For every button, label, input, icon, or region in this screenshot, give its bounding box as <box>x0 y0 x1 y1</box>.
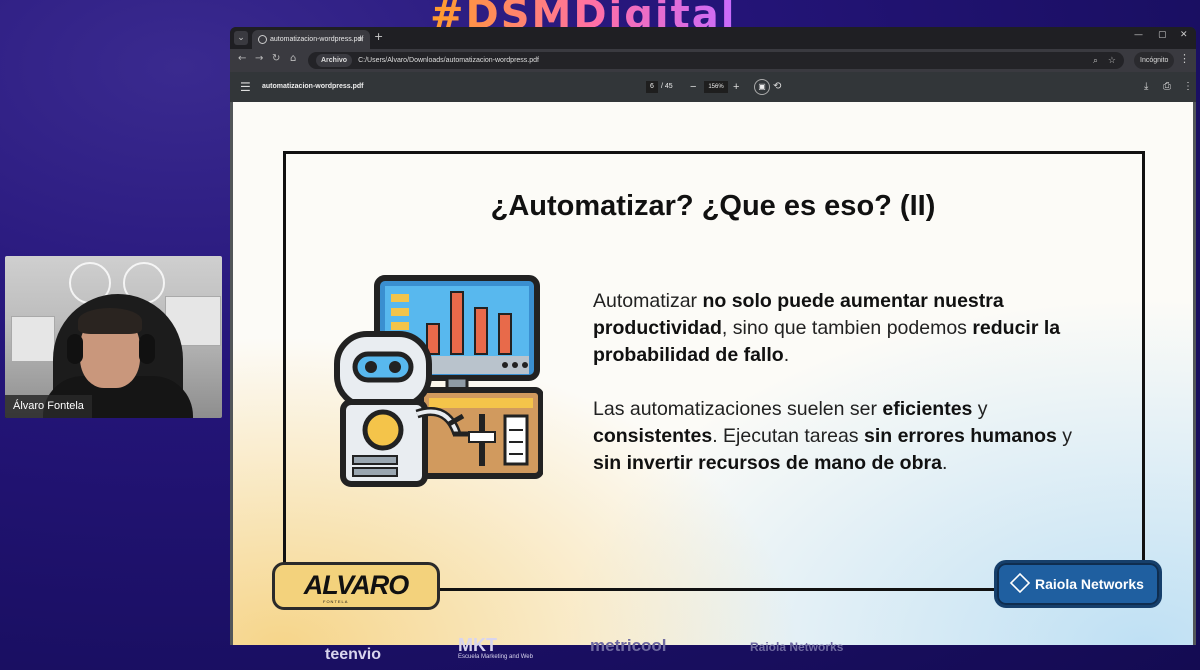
bold-run: sin invertir recursos de mano de obra <box>593 452 942 474</box>
slide-page: ¿Automatizar? ¿Que es eso? (II) Automati… <box>233 102 1193 645</box>
maximize-icon[interactable]: ▢ <box>1158 30 1167 40</box>
pdf-viewer[interactable]: ¿Automatizar? ¿Que es eso? (II) Automati… <box>230 102 1196 645</box>
forward-icon[interactable]: → <box>255 53 263 64</box>
alvaro-logo: ALVARO <box>303 570 410 600</box>
tab-search-button[interactable]: ⌄ <box>234 31 248 45</box>
rotate-icon[interactable]: ⟲ <box>773 72 781 102</box>
browser-window: ⌄ automatizacion-wordpress.pdf ✕ + — ▢ ✕… <box>230 27 1196 645</box>
sponsor-mkt: MKT Escuela Marketing and Web <box>458 635 533 660</box>
presenter-webcam <box>5 256 222 418</box>
slide-paragraph-2: Las automatizaciones suelen ser eficient… <box>593 396 1078 477</box>
pdf-title: automatizacion-wordpress.pdf <box>262 83 364 90</box>
page-total: / 45 <box>661 83 673 90</box>
sidebar-menu-icon[interactable]: ☰ <box>240 80 251 94</box>
fit-page-icon[interactable]: ▣ <box>754 79 770 95</box>
text-run: , sino que tambien podemos <box>721 317 973 339</box>
headphones-icon <box>139 334 155 364</box>
incognito-badge[interactable]: Incógnito <box>1134 52 1175 69</box>
download-icon[interactable]: ⤓ <box>1144 72 1148 102</box>
browser-menu-icon[interactable]: ⋮ <box>1179 52 1190 65</box>
globe-icon <box>258 35 267 44</box>
tab-pdf[interactable]: automatizacion-wordpress.pdf ✕ <box>252 30 370 49</box>
minimize-icon[interactable]: — <box>1134 30 1143 40</box>
sponsor-metricool: metricool <box>590 636 667 655</box>
page-number-input[interactable]: 6 <box>646 81 658 93</box>
reload-icon[interactable]: ↻ <box>272 53 280 64</box>
zoom-in-icon[interactable]: + <box>733 72 739 102</box>
address-bar-row: ← → ↻ ⌂ Archivo C:/Users/Alvaro/Downloads… <box>230 49 1196 72</box>
presenter-hair <box>78 308 142 334</box>
url-text: C:/Users/Alvaro/Downloads/automatizacion… <box>358 57 539 64</box>
close-window-icon[interactable]: ✕ <box>1180 30 1188 40</box>
text-run: . <box>783 344 790 366</box>
new-tab-button[interactable]: + <box>374 30 383 43</box>
text-run: Automatizar <box>593 290 703 312</box>
slide-paragraph-1: Automatizar no solo puede aumentar nuest… <box>593 288 1078 369</box>
presenter-name-tag: Álvaro Fontela <box>5 395 92 418</box>
pdf-toolbar: ☰ automatizacion-wordpress.pdf 6 / 45 − … <box>230 72 1196 102</box>
shelf <box>11 316 55 362</box>
bold-run: sin errores humanos <box>863 425 1057 447</box>
sponsor-teenvio: teenvio <box>325 646 382 663</box>
zoom-icon[interactable]: ⌕ <box>1093 52 1098 69</box>
tab-title: automatizacion-wordpress.pdf <box>270 36 364 43</box>
raiola-label: Raiola Networks <box>1035 576 1144 592</box>
text-run: y <box>972 398 988 420</box>
back-icon[interactable]: ← <box>238 53 246 64</box>
incognito-label: Incógnito <box>1140 57 1169 64</box>
raiola-logo-badge: Raiola Networks <box>994 560 1162 608</box>
home-icon[interactable]: ⌂ <box>290 53 296 64</box>
slide-title: ¿Automatizar? ¿Que es eso? (II) <box>490 190 936 222</box>
zoom-level-input[interactable]: 156% <box>704 81 728 93</box>
text-run: Las automatizaciones suelen ser <box>593 398 883 420</box>
zoom-out-icon[interactable]: − <box>690 72 696 102</box>
text-run: y <box>1056 425 1073 447</box>
sponsor-mkt-name: MKT <box>458 635 497 655</box>
url-input[interactable]: Archivo C:/Users/Alvaro/Downloads/automat… <box>308 52 1124 69</box>
robot-monitor-illustration <box>334 275 543 487</box>
bookmark-star-icon[interactable]: ☆ <box>1108 52 1116 69</box>
pdf-more-icon[interactable]: ⋮ <box>1183 72 1193 102</box>
sponsor-raiola: Raiola Networks <box>750 640 844 654</box>
alvaro-logo-badge: ALVARO FONTELA <box>272 562 440 610</box>
close-tab-icon[interactable]: ✕ <box>357 30 364 49</box>
bold-run: eficientes <box>882 398 973 420</box>
file-chip[interactable]: Archivo <box>316 54 353 67</box>
bold-run: consistentes <box>593 425 713 447</box>
text-run: . Ejecutan tareas <box>712 425 864 447</box>
sponsor-mkt-sub: Escuela Marketing and Web <box>458 654 533 660</box>
print-icon[interactable]: ⎙ <box>1163 72 1171 102</box>
raiola-cube-icon <box>1009 572 1031 594</box>
tab-bar: ⌄ automatizacion-wordpress.pdf ✕ + — ▢ ✕ <box>230 27 1196 49</box>
headphones-icon <box>67 334 83 364</box>
text-run: . <box>941 452 948 474</box>
alvaro-logo-sub: FONTELA <box>323 599 349 604</box>
